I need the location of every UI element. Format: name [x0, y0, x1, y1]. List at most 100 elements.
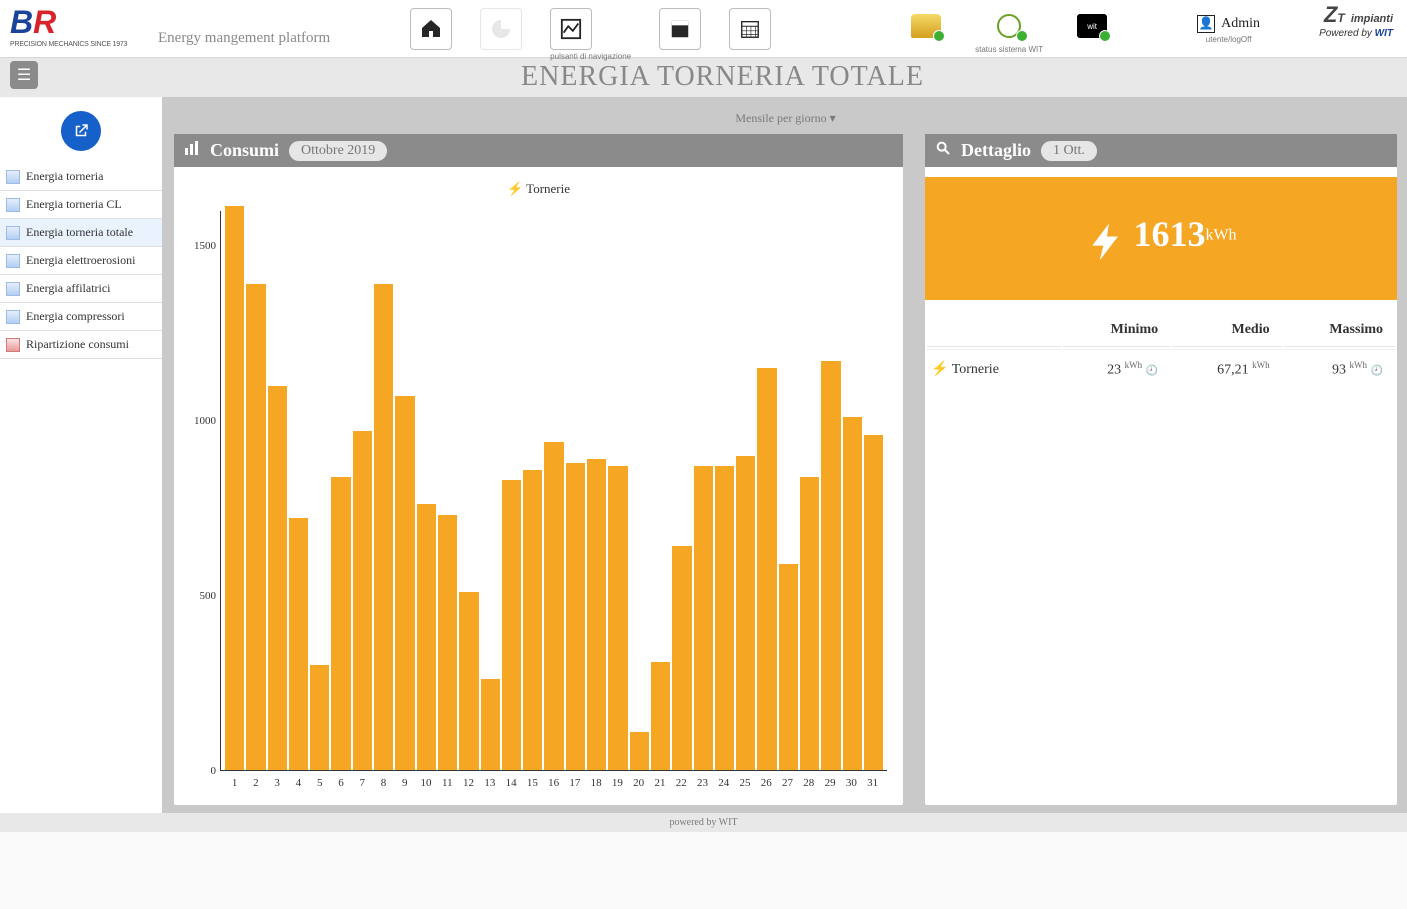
clock-icon: 🕘: [1146, 366, 1158, 377]
detail-min: 23: [1107, 363, 1121, 378]
chart-bar[interactable]: [800, 477, 819, 770]
dettaglio-title: Dettaglio: [961, 140, 1031, 161]
sidebar-item-label: Ripartizione consumi: [26, 337, 129, 352]
consumi-period-badge: Ottobre 2019: [289, 141, 387, 161]
sidebar-item-label: Energia compressori: [26, 309, 125, 324]
x-tick-label: 11: [437, 777, 458, 789]
chart-bar[interactable]: [608, 466, 627, 770]
chart-bar[interactable]: [821, 361, 840, 770]
chart-bar[interactable]: [481, 679, 500, 770]
export-button[interactable]: [61, 111, 101, 151]
x-tick-label: 30: [841, 777, 862, 789]
chart-bar[interactable]: [779, 564, 798, 770]
user-area[interactable]: 👤 Admin utente/logOff: [1197, 14, 1260, 44]
x-tick-label: 28: [798, 777, 819, 789]
sidebar-item[interactable]: Energia affilatrici: [0, 275, 162, 303]
chart-bar[interactable]: [438, 515, 457, 770]
chart-bar[interactable]: [587, 459, 606, 770]
search-icon: [935, 140, 951, 161]
chart-bar[interactable]: [353, 431, 372, 770]
chart-bar[interactable]: [417, 504, 436, 770]
brand-tagline: PRECISION MECHANICS SINCE 1973: [10, 41, 140, 48]
home-icon[interactable]: [410, 8, 452, 50]
chart-bar[interactable]: [757, 368, 776, 770]
y-tick-label: 0: [211, 765, 217, 777]
chart-bar[interactable]: [374, 284, 393, 770]
chart-legend: ⚡ Tornerie: [190, 181, 887, 197]
chart-bar[interactable]: [310, 665, 329, 770]
chart-bar[interactable]: [225, 206, 244, 770]
menu-toggle-button[interactable]: ☰: [10, 61, 38, 89]
x-tick-label: 21: [649, 777, 670, 789]
calendar-icon[interactable]: [729, 8, 771, 50]
x-tick-label: 7: [352, 777, 373, 789]
chart-bar[interactable]: [694, 466, 713, 770]
x-tick-label: 19: [607, 777, 628, 789]
x-tick-label: 6: [330, 777, 351, 789]
sidebar-item[interactable]: Energia torneria CL: [0, 191, 162, 219]
x-tick-label: 9: [394, 777, 415, 789]
chart-bar[interactable]: [864, 435, 883, 770]
chart-bar[interactable]: [672, 546, 691, 770]
x-tick-label: 4: [288, 777, 309, 789]
chart-bar[interactable]: [502, 480, 521, 770]
top-bar: BR PRECISION MECHANICS SINCE 1973 Energy…: [0, 0, 1407, 58]
x-tick-label: 31: [862, 777, 883, 789]
chart-bar[interactable]: [566, 463, 585, 770]
chart-bar[interactable]: [630, 732, 649, 770]
detail-row-name: Tornerie: [952, 362, 999, 377]
detail-max: 93: [1332, 363, 1346, 378]
vendor-logo: ZT impianti Powered by WIT: [1319, 2, 1393, 39]
chart-bar[interactable]: [459, 592, 478, 770]
bolt-icon: ⚡: [507, 181, 523, 196]
status-wit-caption: status sistema WIT: [975, 45, 1043, 54]
chart-bar[interactable]: [843, 417, 862, 770]
sidebar-item[interactable]: Energia compressori: [0, 303, 162, 331]
dettaglio-date-badge: 1 Ott.: [1041, 141, 1097, 161]
chart-bar[interactable]: [544, 442, 563, 770]
chart-bar[interactable]: [736, 456, 755, 770]
sidebar-item[interactable]: Energia torneria totale: [0, 219, 162, 247]
sidebar-item[interactable]: Energia torneria: [0, 163, 162, 191]
chart-icon: [6, 310, 20, 324]
nav-caption: pulsanti di navigazione: [550, 52, 631, 61]
main-nav: pulsanti di navigazione: [410, 8, 771, 61]
consumi-panel: Consumi Ottobre 2019 ⚡ Tornerie 05001000…: [174, 134, 903, 805]
user-icon: 👤: [1197, 15, 1215, 33]
book-icon[interactable]: [659, 8, 701, 50]
x-tick-label: 10: [415, 777, 436, 789]
period-selector[interactable]: Mensile per giorno ▾: [174, 107, 1397, 134]
x-tick-label: 20: [628, 777, 649, 789]
x-tick-label: 2: [245, 777, 266, 789]
wit-status-icon[interactable]: wit: [1077, 14, 1107, 38]
sidebar-item[interactable]: Ripartizione consumi: [0, 331, 162, 359]
sidebar-item[interactable]: Energia elettroerosioni: [0, 247, 162, 275]
bolt-icon: ⚡: [931, 362, 948, 377]
chart-icon: [6, 254, 20, 268]
pie-icon[interactable]: [480, 8, 522, 50]
x-tick-label: 24: [713, 777, 734, 789]
x-tick-label: 29: [819, 777, 840, 789]
sidebar-item-label: Energia torneria CL: [26, 197, 122, 212]
chart-bar[interactable]: [523, 470, 542, 770]
chart-icon[interactable]: [550, 8, 592, 50]
detail-col-avg: Medio: [1172, 314, 1281, 347]
consumi-title: Consumi: [210, 140, 279, 161]
chart-bar[interactable]: [651, 662, 670, 770]
y-tick-label: 1500: [194, 240, 216, 252]
chart-bar[interactable]: [395, 396, 414, 770]
globe-status-icon[interactable]: [994, 14, 1024, 38]
chart-bar[interactable]: [289, 518, 308, 770]
x-tick-label: 8: [373, 777, 394, 789]
chart-bar[interactable]: [268, 386, 287, 770]
chart-icon: [6, 198, 20, 212]
chart-bar[interactable]: [331, 477, 350, 770]
x-tick-label: 5: [309, 777, 330, 789]
database-status-icon[interactable]: [911, 14, 941, 38]
x-tick-label: 26: [756, 777, 777, 789]
x-tick-label: 16: [543, 777, 564, 789]
x-tick-label: 14: [500, 777, 521, 789]
detail-table: Minimo Medio Massimo ⚡ Tornerie 23 kWh 🕘…: [925, 312, 1397, 391]
chart-bar[interactable]: [715, 466, 734, 770]
chart-bar[interactable]: [246, 284, 265, 770]
